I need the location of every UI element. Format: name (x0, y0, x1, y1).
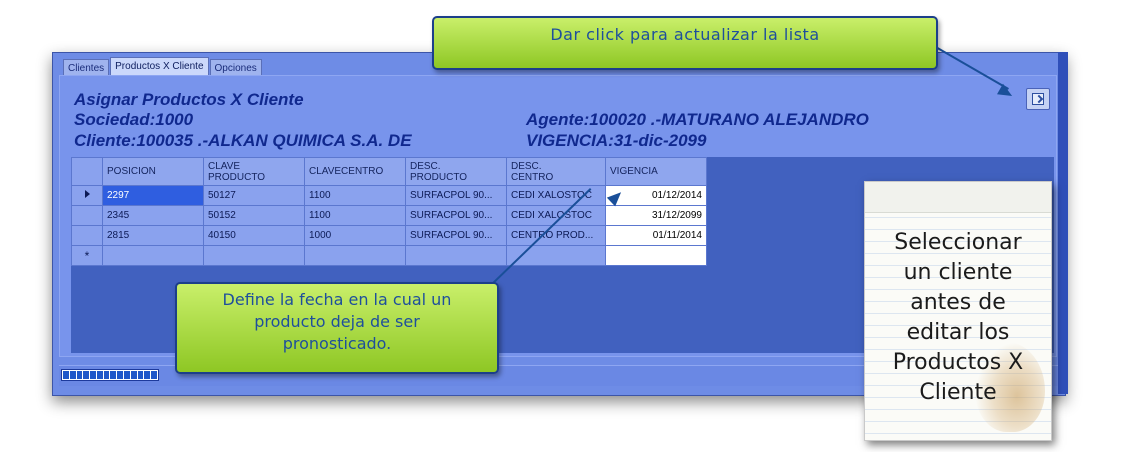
new-row-icon: * (84, 248, 90, 263)
table-header-row: POSICION CLAVE PRODUCTO CLAVECENTRO DESC… (71, 157, 707, 186)
cell-clavecentro[interactable]: 1100 (304, 185, 406, 206)
cell-desc-producto[interactable] (405, 245, 507, 266)
page-title: Asignar Productos X Cliente (74, 90, 304, 109)
cell-posicion[interactable]: 2815 (102, 225, 204, 246)
cell-posicion[interactable] (102, 245, 204, 266)
cell-posicion[interactable]: 2345 (102, 205, 204, 226)
cell-clavecentro[interactable]: 1100 (304, 205, 406, 226)
column-header-clavecentro[interactable]: CLAVECENTRO (304, 157, 406, 186)
cliente-label: Cliente:100035 .-ALKAN QUIMICA S.A. DE (74, 131, 412, 150)
cell-vigencia[interactable] (605, 245, 707, 266)
cell-desc-producto[interactable]: SURFACPOL 90... (405, 225, 507, 246)
cell-clave-producto[interactable]: 50127 (203, 185, 305, 206)
note-text: Seleccionar un cliente antes de editar l… (892, 230, 1024, 405)
cell-clavecentro[interactable] (304, 245, 406, 266)
tab-clientes[interactable]: Clientes (63, 59, 110, 76)
row-selector[interactable] (71, 205, 103, 226)
window-frame-edge (1058, 52, 1068, 394)
cell-posicion[interactable]: 2297 (102, 185, 204, 206)
refresh-button[interactable] (1026, 88, 1050, 110)
vigencia-callout-text: Define la fecha en la cual un producto d… (222, 290, 452, 353)
sociedad-label: Sociedad:1000 (74, 110, 194, 129)
cell-desc-producto[interactable]: SURFACPOL 90... (405, 185, 507, 206)
current-row-indicator[interactable] (71, 185, 103, 206)
column-header-posicion[interactable]: POSICION (102, 157, 204, 186)
tab-productos-x-cliente[interactable]: Productos X Cliente (110, 57, 209, 76)
new-row[interactable]: * (71, 245, 707, 266)
table-row[interactable]: 2345 50152 1100 SURFACPOL 90... CEDI XAL… (71, 205, 707, 226)
row-selector[interactable] (71, 225, 103, 246)
cell-desc-producto[interactable]: SURFACPOL 90... (405, 205, 507, 226)
row-header-corner (71, 157, 103, 186)
cell-clave-producto[interactable]: 40150 (203, 225, 305, 246)
cell-clavecentro[interactable]: 1000 (304, 225, 406, 246)
column-header-vigencia[interactable]: VIGENCIA (605, 157, 707, 186)
tab-opciones[interactable]: Opciones (209, 59, 262, 76)
new-row-marker[interactable]: * (71, 245, 103, 266)
vigencia-label: VIGENCIA:31-dic-2099 (526, 131, 707, 150)
note-header (865, 182, 1051, 213)
column-header-clave-producto[interactable]: CLAVE PRODUCTO (203, 157, 305, 186)
sticky-note: Seleccionar un cliente antes de editar l… (864, 181, 1052, 441)
table-row[interactable]: 2815 40150 1000 SURFACPOL 90... CENTRO P… (71, 225, 707, 246)
refresh-callout: Dar click para actualizar la lista (432, 16, 938, 70)
products-table: POSICION CLAVE PRODUCTO CLAVECENTRO DESC… (71, 157, 707, 266)
cell-clave-producto[interactable]: 50152 (203, 205, 305, 226)
cell-vigencia[interactable]: 01/11/2014 (605, 225, 707, 246)
cell-clave-producto[interactable] (203, 245, 305, 266)
refresh-icon (1032, 93, 1044, 105)
refresh-callout-text: Dar click para actualizar la lista (550, 25, 820, 44)
cell-vigencia[interactable]: 31/12/2099 (605, 205, 707, 226)
row-pointer-icon (84, 190, 90, 198)
progress-bar (61, 369, 159, 381)
column-header-desc-producto[interactable]: DESC. PRODUCTO (405, 157, 507, 186)
cell-desc-centro[interactable]: CENTRO PROD... (506, 225, 606, 246)
vigencia-callout: Define la fecha en la cual un producto d… (175, 282, 499, 374)
column-header-desc-centro[interactable]: DESC. CENTRO (506, 157, 606, 186)
agente-label: Agente:100020 .-MATURANO ALEJANDRO (526, 110, 869, 129)
